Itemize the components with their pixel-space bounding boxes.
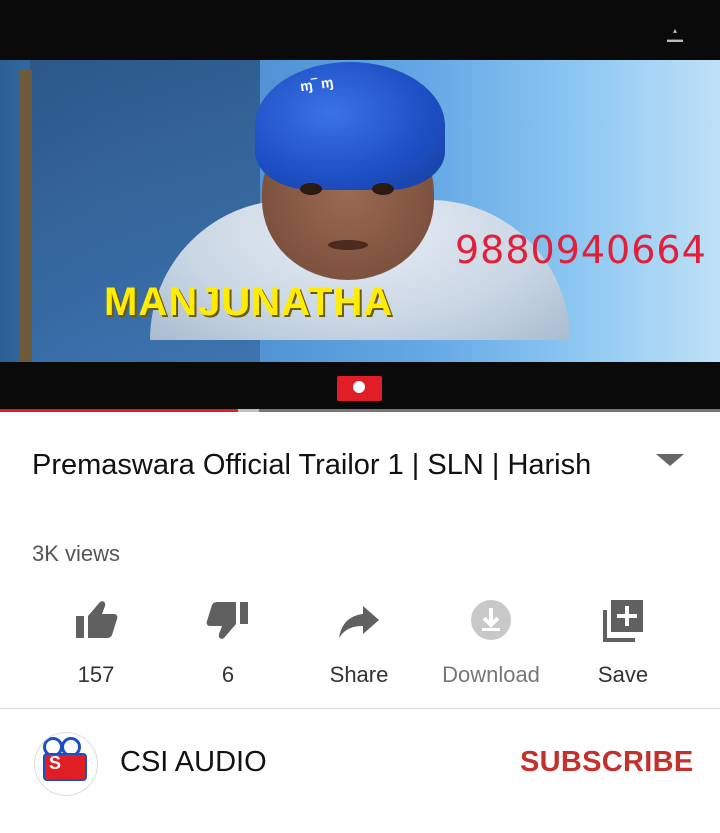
dislike-button[interactable]: 6: [163, 596, 293, 688]
download-label: Download: [442, 662, 540, 687]
channel-watermark-logo: [337, 376, 382, 401]
thumbs-up-icon: [76, 601, 118, 638]
share-icon: [339, 606, 379, 638]
left-eye: [300, 183, 322, 195]
divider: [0, 708, 720, 709]
thumbs-down-icon: [206, 602, 248, 639]
action-bar: 157 6 Share Download Save: [0, 596, 720, 696]
mouth: [328, 240, 368, 250]
save-playlist-icon: [603, 600, 643, 642]
channel-avatar[interactable]: S: [34, 732, 98, 796]
download-button[interactable]: Download: [426, 596, 556, 688]
dislike-count: 6: [221, 662, 235, 687]
overlay-phone-number: 9880940664: [455, 228, 707, 272]
corner-logo: ▴ ▬▬: [667, 26, 683, 44]
save-label: Save: [597, 662, 649, 687]
subscribe-button[interactable]: SUBSCRIBE: [520, 746, 694, 779]
watermark-dot: [353, 381, 365, 393]
download-icon: [471, 600, 511, 640]
like-button[interactable]: 157: [31, 596, 161, 688]
save-button[interactable]: Save: [558, 596, 688, 688]
overlay-name-caption: MANJUNATHA: [104, 280, 394, 324]
right-eye: [372, 183, 394, 195]
video-player[interactable]: ▴ ▬▬ ɱ‾ ɱ 9880940664 MANJUNATHA: [0, 0, 720, 412]
door-frame: [20, 70, 32, 362]
letterbox-top: [0, 0, 720, 60]
avatar-letter: S: [49, 753, 62, 773]
expand-description-chevron-icon[interactable]: [656, 454, 684, 466]
like-count: 157: [77, 662, 115, 687]
share-label: Share: [329, 662, 389, 687]
channel-name[interactable]: CSI AUDIO: [120, 746, 267, 779]
progress-bar[interactable]: [0, 409, 720, 412]
progress-played: [0, 409, 238, 412]
video-title: Premaswara Official Trailor 1 | SLN | Ha…: [32, 449, 592, 481]
view-count: 3K views: [32, 541, 121, 566]
person-beanie: [255, 62, 445, 190]
channel-row: S CSI AUDIO SUBSCRIBE: [0, 710, 720, 820]
share-button[interactable]: Share: [294, 596, 424, 688]
